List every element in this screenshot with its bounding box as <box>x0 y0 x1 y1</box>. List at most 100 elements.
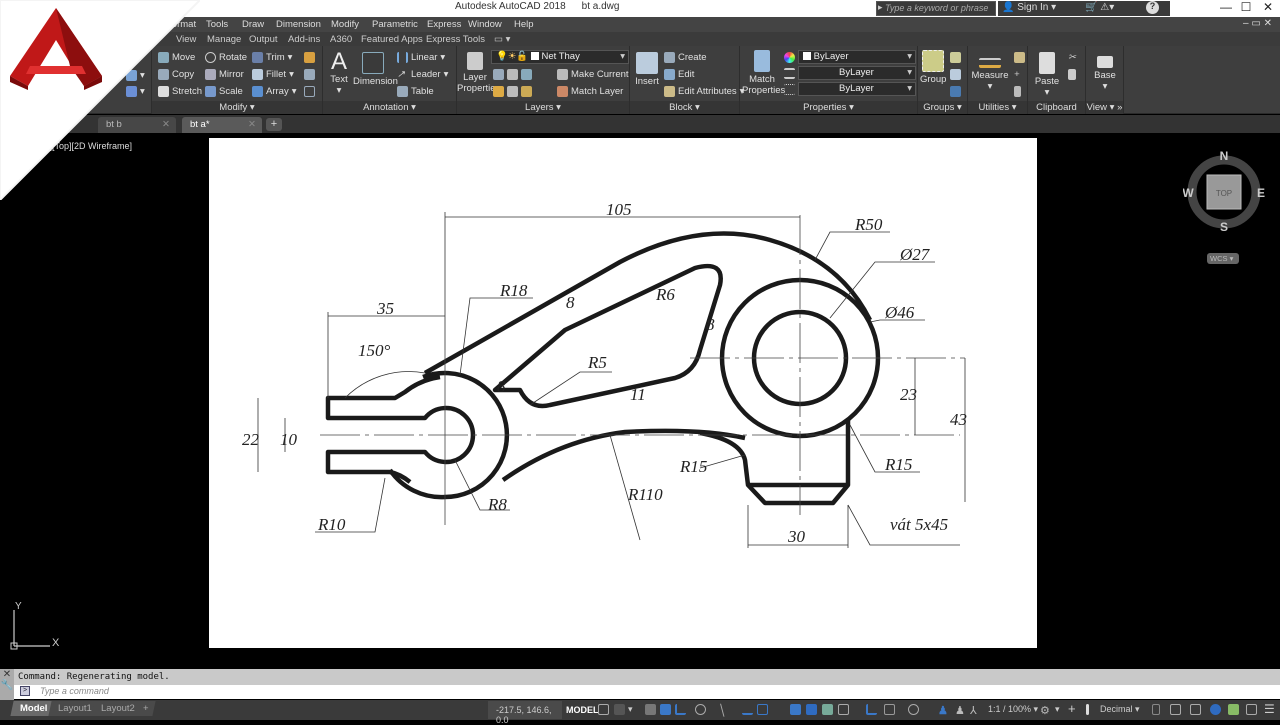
close-tab-icon[interactable]: ✕ <box>248 119 256 130</box>
coordinates-readout[interactable]: -217.5, 146.6, 0.0 <box>488 701 562 725</box>
drawing-sheet[interactable]: 105 35 150° R18 R50 Ø27 Ø46 R6 8 8 8 R5 … <box>209 138 1037 648</box>
polar-icon[interactable] <box>695 704 706 715</box>
gizmo-icon[interactable] <box>908 704 919 715</box>
sign-in-button[interactable]: 👤 Sign In ▾ <box>1002 2 1056 13</box>
annotation-scale-icon[interactable]: ⅄ <box>970 704 981 717</box>
lineweight-toggle-icon[interactable] <box>790 704 801 715</box>
isodraft-icon[interactable]: ╲ <box>718 704 729 717</box>
quick-properties-icon[interactable] <box>1152 704 1160 715</box>
help-icon[interactable]: ? <box>1146 1 1159 14</box>
color-dropdown[interactable]: ByLayer <box>798 50 916 64</box>
tab-output[interactable]: Output <box>249 34 278 45</box>
tab-featured-apps[interactable]: Featured Apps <box>361 34 423 45</box>
tab-add-ins[interactable]: Add-ins <box>288 34 320 45</box>
group-selection-button[interactable] <box>950 86 961 97</box>
layer-tools-row[interactable] <box>493 69 532 80</box>
menu-help[interactable]: Help <box>514 19 534 30</box>
layer-tools-row-2[interactable] <box>493 86 532 97</box>
tab-express-tools[interactable]: Express Tools <box>426 34 485 45</box>
customization-menu-icon[interactable]: ☰ <box>1264 702 1275 716</box>
tab-a360[interactable]: A360 <box>330 34 352 45</box>
annotation-monitor-icon[interactable]: + <box>1068 701 1076 716</box>
snap-dropdown[interactable]: ▾ <box>628 704 633 715</box>
fillet-button[interactable]: Fillet ▾ <box>252 69 294 80</box>
clean-screen-icon[interactable] <box>1228 704 1239 715</box>
tab-manage[interactable]: Manage <box>207 34 241 45</box>
create-block-button[interactable]: Create <box>664 52 707 63</box>
dynamic-ucs-icon[interactable] <box>866 704 877 715</box>
search-input[interactable]: Type a keyword or phrase <box>876 1 996 16</box>
point-button[interactable]: + <box>1014 69 1025 80</box>
lineweight-dropdown[interactable]: ByLayer <box>798 82 916 96</box>
annotation-scale-dropdown[interactable]: 1:1 / 100% ▾ <box>988 704 1038 715</box>
compass-west[interactable]: W <box>1183 186 1194 200</box>
ortho-icon[interactable] <box>675 704 686 715</box>
make-current-button[interactable]: Make Current <box>557 69 629 80</box>
model-space-button[interactable]: MODEL <box>563 701 599 719</box>
menu-tools[interactable]: Tools <box>206 19 228 30</box>
text-button[interactable]: A Text ▾ <box>327 50 351 97</box>
close-command-line-icon[interactable]: ✕ <box>0 669 14 680</box>
lock-ui-icon[interactable] <box>1170 704 1181 715</box>
group-button[interactable]: Group <box>920 50 946 85</box>
snap-icon[interactable] <box>614 704 625 715</box>
panel-label-block[interactable]: Block ▾ <box>630 101 739 114</box>
layer-properties-button[interactable]: Layer Properties <box>457 52 500 94</box>
workspace-toggle[interactable]: ▭ ▾ <box>494 34 510 45</box>
panel-label-layers[interactable]: Layers ▾ <box>457 101 629 114</box>
explode-button[interactable] <box>304 69 315 80</box>
measure-button[interactable]: Measure ▾ <box>970 52 1010 92</box>
insert-button[interactable]: Insert <box>634 52 660 87</box>
quick-calc-button[interactable] <box>1014 52 1025 63</box>
object-snap-icon[interactable] <box>757 704 768 715</box>
transparency-icon[interactable] <box>806 704 817 715</box>
match-properties-button[interactable]: Match Properties <box>742 50 785 96</box>
dynamic-input-icon[interactable] <box>660 704 671 715</box>
match-layer-button[interactable]: Match Layer <box>557 86 623 97</box>
panel-label-annotation[interactable]: Annotation ▾ <box>323 101 456 114</box>
viewcube[interactable]: TOP N S W E <box>1183 150 1265 232</box>
panel-label-clipboard[interactable]: Clipboard <box>1028 101 1085 114</box>
menu-modify[interactable]: Modify <box>331 19 359 30</box>
command-input[interactable]: Type a command <box>14 685 1280 699</box>
rotate-button[interactable]: Rotate <box>205 52 247 63</box>
erase-button[interactable] <box>304 52 315 63</box>
leader-button[interactable]: ↗ Leader ▾ <box>397 69 448 80</box>
compass-east[interactable]: E <box>1257 186 1265 200</box>
trim-button[interactable]: Trim ▾ <box>252 52 292 63</box>
base-button[interactable]: Base ▾ <box>1090 52 1120 92</box>
ungroup-button[interactable] <box>950 52 961 63</box>
units-dropdown[interactable]: Decimal ▾ <box>1100 704 1140 715</box>
array-button[interactable]: Array ▾ <box>252 86 296 97</box>
panel-label-properties[interactable]: Properties ▾ <box>740 101 917 114</box>
wcs-menu[interactable]: WCS ▾ <box>1207 253 1239 264</box>
copy-clip-button[interactable] <box>1068 69 1076 80</box>
scale-button[interactable]: Scale <box>205 86 243 97</box>
selection-filter-icon[interactable] <box>884 704 895 715</box>
annotation-visibility-icon[interactable]: ♟ <box>938 704 949 717</box>
close-button[interactable]: ✕ <box>1250 0 1280 17</box>
3d-osnap-icon[interactable] <box>838 704 849 715</box>
menu-draw[interactable]: Draw <box>242 19 264 30</box>
layer-dropdown[interactable]: 💡☀🔓 Net Thay <box>491 50 629 64</box>
offset-button[interactable] <box>304 86 315 97</box>
grid-icon[interactable] <box>598 704 609 715</box>
table-button[interactable]: Table <box>397 86 434 97</box>
workspace-gear-icon[interactable]: ⚙ <box>1040 704 1051 717</box>
document-window-controls[interactable]: – ▭ ✕ <box>1243 18 1272 29</box>
infer-icon[interactable] <box>645 704 656 715</box>
menu-window[interactable]: Window <box>468 19 502 30</box>
menu-parametric[interactable]: Parametric <box>372 19 418 30</box>
group-edit-button[interactable] <box>950 69 961 80</box>
dimension-button[interactable]: Dimension <box>353 52 398 87</box>
cart-icon[interactable]: 🛒 ⚠▾ <box>1085 2 1114 13</box>
object-snap-tracking-icon[interactable] <box>742 704 753 715</box>
compass-north[interactable]: N <box>1220 150 1229 163</box>
command-prompt-icon[interactable]: > <box>20 686 30 696</box>
customize-icon[interactable]: 🔧 <box>0 680 14 691</box>
new-tab-button[interactable]: + <box>266 118 282 131</box>
compass-south[interactable]: S <box>1220 220 1228 232</box>
isolate-objects-icon[interactable] <box>1190 704 1201 715</box>
auto-scale-icon[interactable]: ♟ <box>955 704 966 717</box>
workspace-dropdown[interactable]: ▾ <box>1055 704 1060 715</box>
